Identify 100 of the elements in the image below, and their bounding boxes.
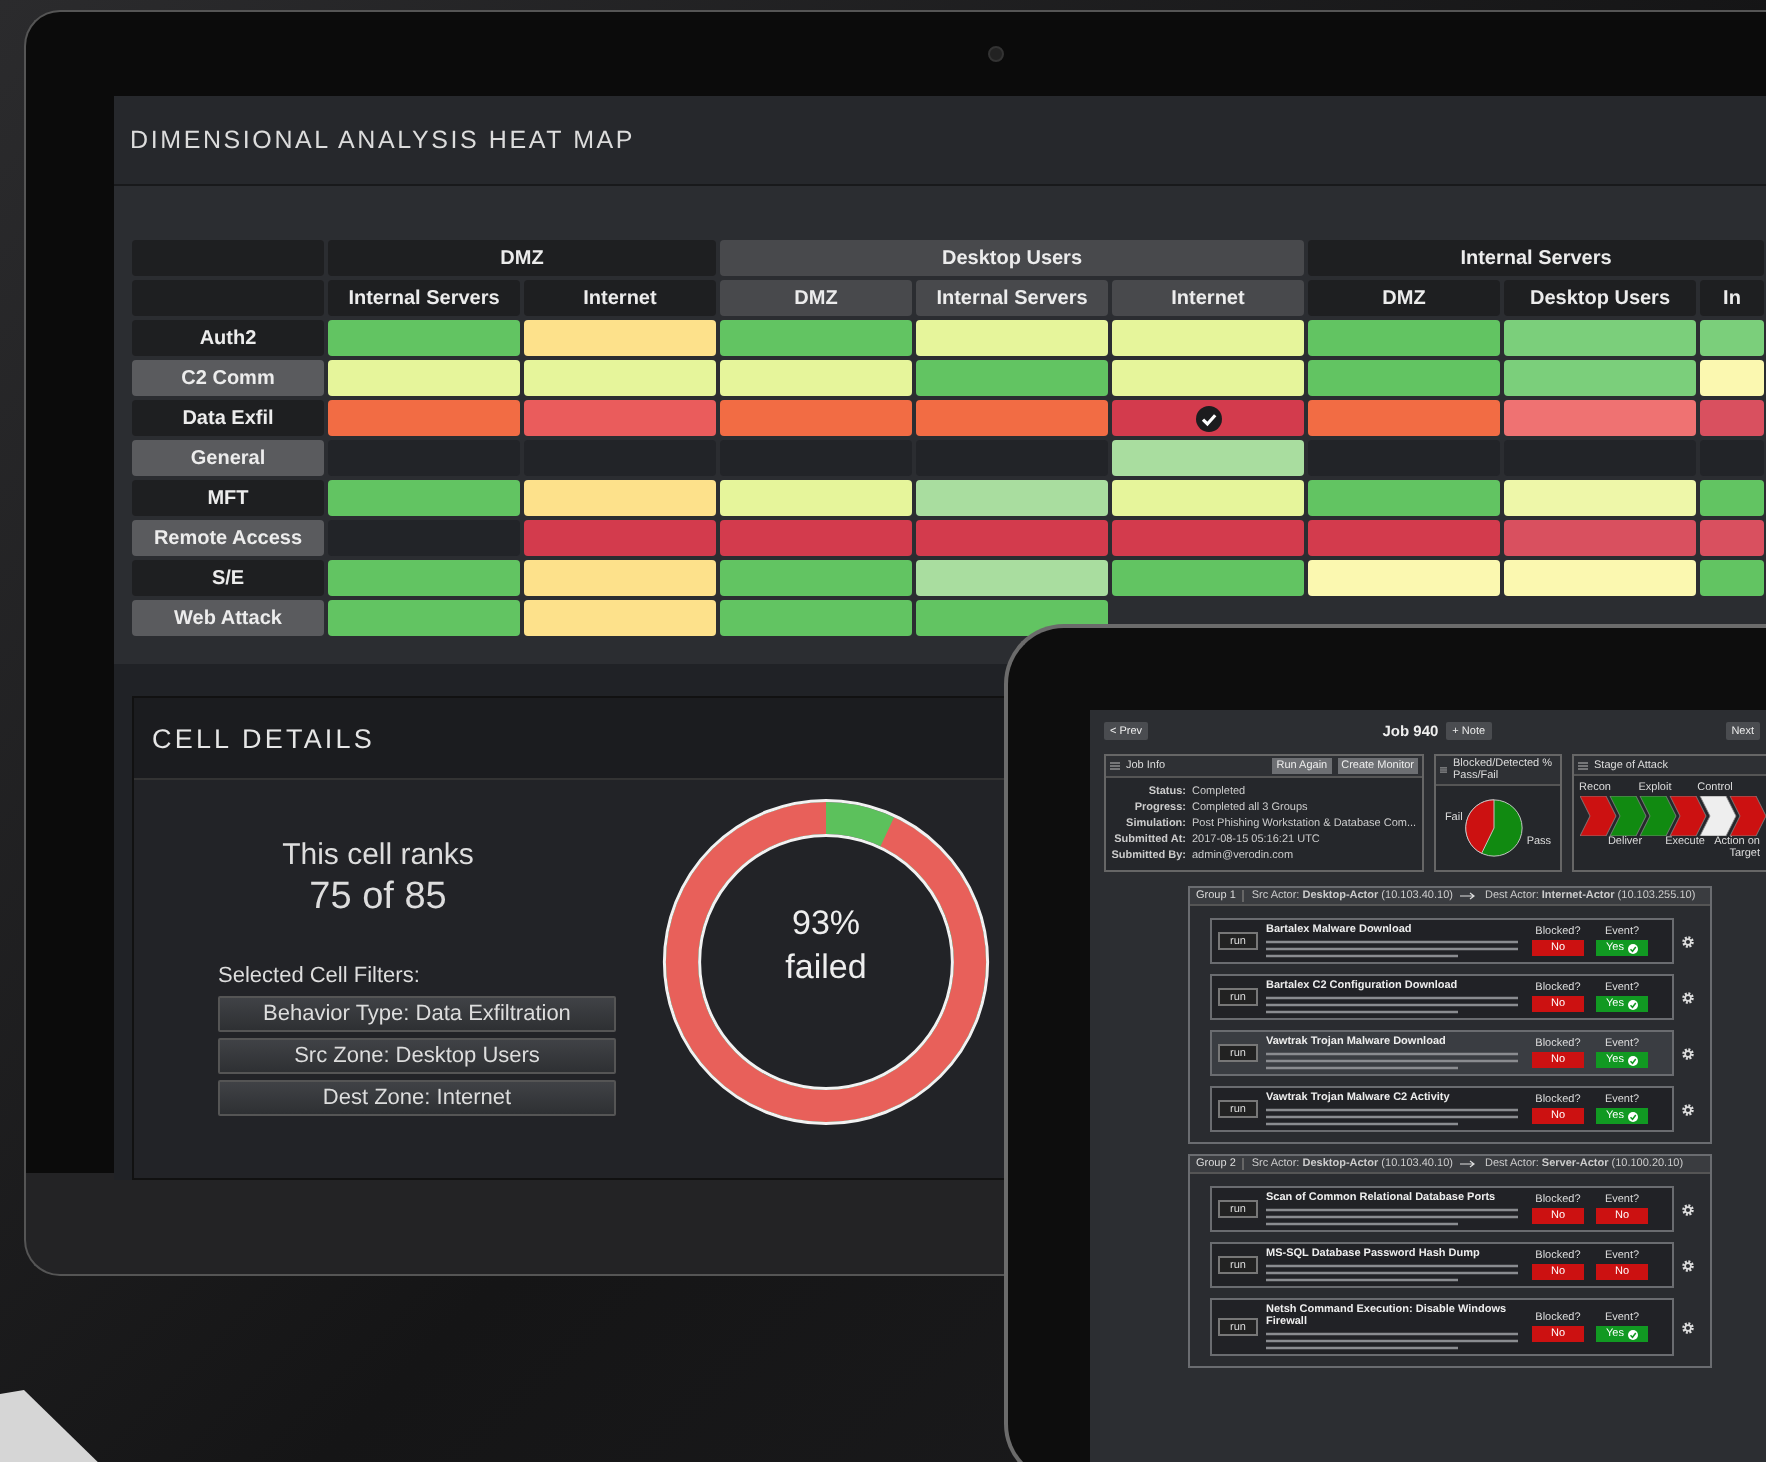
- heat-map-cell[interactable]: [1308, 480, 1500, 516]
- heat-map-cell[interactable]: [916, 400, 1108, 436]
- heat-map-cell[interactable]: [1504, 360, 1696, 396]
- column-header: Desktop Users: [1504, 280, 1696, 316]
- check-icon: [1627, 943, 1638, 953]
- heat-map-cell[interactable]: [916, 520, 1108, 556]
- heat-map-cell[interactable]: [720, 560, 912, 596]
- heat-map-cell[interactable]: [524, 400, 716, 436]
- settings-icon[interactable]: [1682, 1047, 1694, 1059]
- heat-map-cell[interactable]: [1700, 400, 1764, 436]
- heat-map-cell[interactable]: [1504, 520, 1696, 556]
- heat-map-cell[interactable]: [1504, 480, 1696, 516]
- heat-map-cell[interactable]: [328, 400, 520, 436]
- heat-map-cell[interactable]: [1112, 440, 1304, 476]
- row-header: Remote Access: [132, 520, 324, 556]
- panel-title: CELL DETAILS: [152, 723, 375, 753]
- heat-map-cell[interactable]: [1504, 560, 1696, 596]
- heat-map-cell[interactable]: [1112, 560, 1304, 596]
- heat-map-cell[interactable]: [1112, 480, 1304, 516]
- heat-map-cell[interactable]: [524, 480, 716, 516]
- filter-button[interactable]: Behavior Type: Data Exfiltration: [218, 996, 616, 1032]
- heat-map-cell[interactable]: [1700, 520, 1764, 556]
- settings-icon[interactable]: [1682, 1203, 1694, 1215]
- camera-lens: [988, 46, 1004, 62]
- heat-map-cell[interactable]: [524, 520, 716, 556]
- arrow-icon: [1460, 1160, 1477, 1168]
- heat-map-cell[interactable]: [524, 320, 716, 356]
- settings-icon[interactable]: [1682, 1103, 1694, 1115]
- heat-map-cell[interactable]: [328, 320, 520, 356]
- check-icon: [1627, 1111, 1638, 1121]
- rank-caption: This cell ranks: [282, 838, 474, 872]
- heat-map-cell[interactable]: [328, 560, 520, 596]
- row-header: Web Attack: [132, 600, 324, 636]
- heat-map-cell[interactable]: [1308, 520, 1500, 556]
- settings-icon[interactable]: [1682, 935, 1694, 947]
- heat-map-cell[interactable]: [1112, 520, 1304, 556]
- column-group-header: Internal Servers: [1308, 240, 1764, 276]
- column-header: Internal Servers: [916, 280, 1108, 316]
- pie-chart: [1464, 798, 1525, 858]
- percent-value: 93%: [791, 902, 861, 946]
- heat-map-cell[interactable]: [1504, 400, 1696, 436]
- row-header: MFT: [132, 480, 324, 516]
- check-icon: [1627, 1329, 1638, 1339]
- column-header: Internet: [1112, 280, 1304, 316]
- heat-map-cell[interactable]: [1308, 560, 1500, 596]
- check-circle-icon: [1195, 405, 1221, 431]
- list-icon: [1440, 766, 1447, 774]
- row-header: S/E: [132, 560, 324, 596]
- heat-map-cell[interactable]: [720, 600, 912, 636]
- heat-map-cell[interactable]: [524, 360, 716, 396]
- heat-map-cell[interactable]: [1700, 560, 1764, 596]
- heat-map-cell[interactable]: [328, 480, 520, 516]
- heat-map-cell[interactable]: [1308, 360, 1500, 396]
- row-header: General: [132, 440, 324, 476]
- settings-icon[interactable]: [1682, 1259, 1694, 1271]
- filters-label: Selected Cell Filters:: [218, 964, 420, 988]
- heat-map-cell[interactable]: [1112, 320, 1304, 356]
- column-header: In: [1700, 280, 1764, 316]
- column-header: Internal Servers: [328, 280, 520, 316]
- heat-map-cell[interactable]: [1700, 320, 1764, 356]
- heat-map-cell[interactable]: [328, 360, 520, 396]
- settings-icon[interactable]: [1682, 991, 1694, 1003]
- settings-icon[interactable]: [1682, 1321, 1694, 1333]
- heat-map-cell[interactable]: [1308, 400, 1500, 436]
- heat-map-cell[interactable]: [1308, 320, 1500, 356]
- row-header: Auth2: [132, 320, 324, 356]
- arrow-icon: [1460, 892, 1477, 900]
- heat-map-cell[interactable]: [720, 480, 912, 516]
- check-icon: [1627, 999, 1638, 1009]
- heat-map-cell[interactable]: [1112, 400, 1304, 436]
- filter-button[interactable]: Dest Zone: Internet: [218, 1080, 616, 1116]
- rank-value: 75 of 85: [309, 876, 447, 920]
- heat-map-cell[interactable]: [916, 320, 1108, 356]
- row-header: Data Exfil: [132, 400, 324, 436]
- heat-map-cell[interactable]: [916, 360, 1108, 396]
- column-header: DMZ: [720, 280, 912, 316]
- heat-map-cell[interactable]: [720, 320, 912, 356]
- heat-map-cell[interactable]: [916, 560, 1108, 596]
- heat-map-cell[interactable]: [1504, 320, 1696, 356]
- heat-map-cell[interactable]: [1112, 360, 1304, 396]
- heat-map-cell[interactable]: [328, 600, 520, 636]
- column-group-header: Desktop Users: [720, 240, 1304, 276]
- filter-button[interactable]: Src Zone: Desktop Users: [218, 1038, 616, 1074]
- list-icon: [1578, 761, 1588, 769]
- heat-map-cell[interactable]: [1700, 360, 1764, 396]
- page-title: DIMENSIONAL ANALYSIS HEAT MAP: [130, 126, 636, 154]
- heat-map-cell[interactable]: [524, 560, 716, 596]
- row-header: C2 Comm: [132, 360, 324, 396]
- heat-map-cell[interactable]: [720, 360, 912, 396]
- check-icon: [1627, 1055, 1638, 1065]
- column-group-header: DMZ: [328, 240, 716, 276]
- column-header: DMZ: [1308, 280, 1500, 316]
- heat-map-cell[interactable]: [720, 520, 912, 556]
- heat-map-cell[interactable]: [720, 400, 912, 436]
- heat-map-cell[interactable]: [524, 600, 716, 636]
- heat-map-cell[interactable]: [916, 480, 1108, 516]
- heat-map-cell[interactable]: [1700, 480, 1764, 516]
- column-header: Internet: [524, 280, 716, 316]
- list-icon: [1110, 762, 1120, 770]
- percent-caption: failed: [785, 946, 867, 990]
